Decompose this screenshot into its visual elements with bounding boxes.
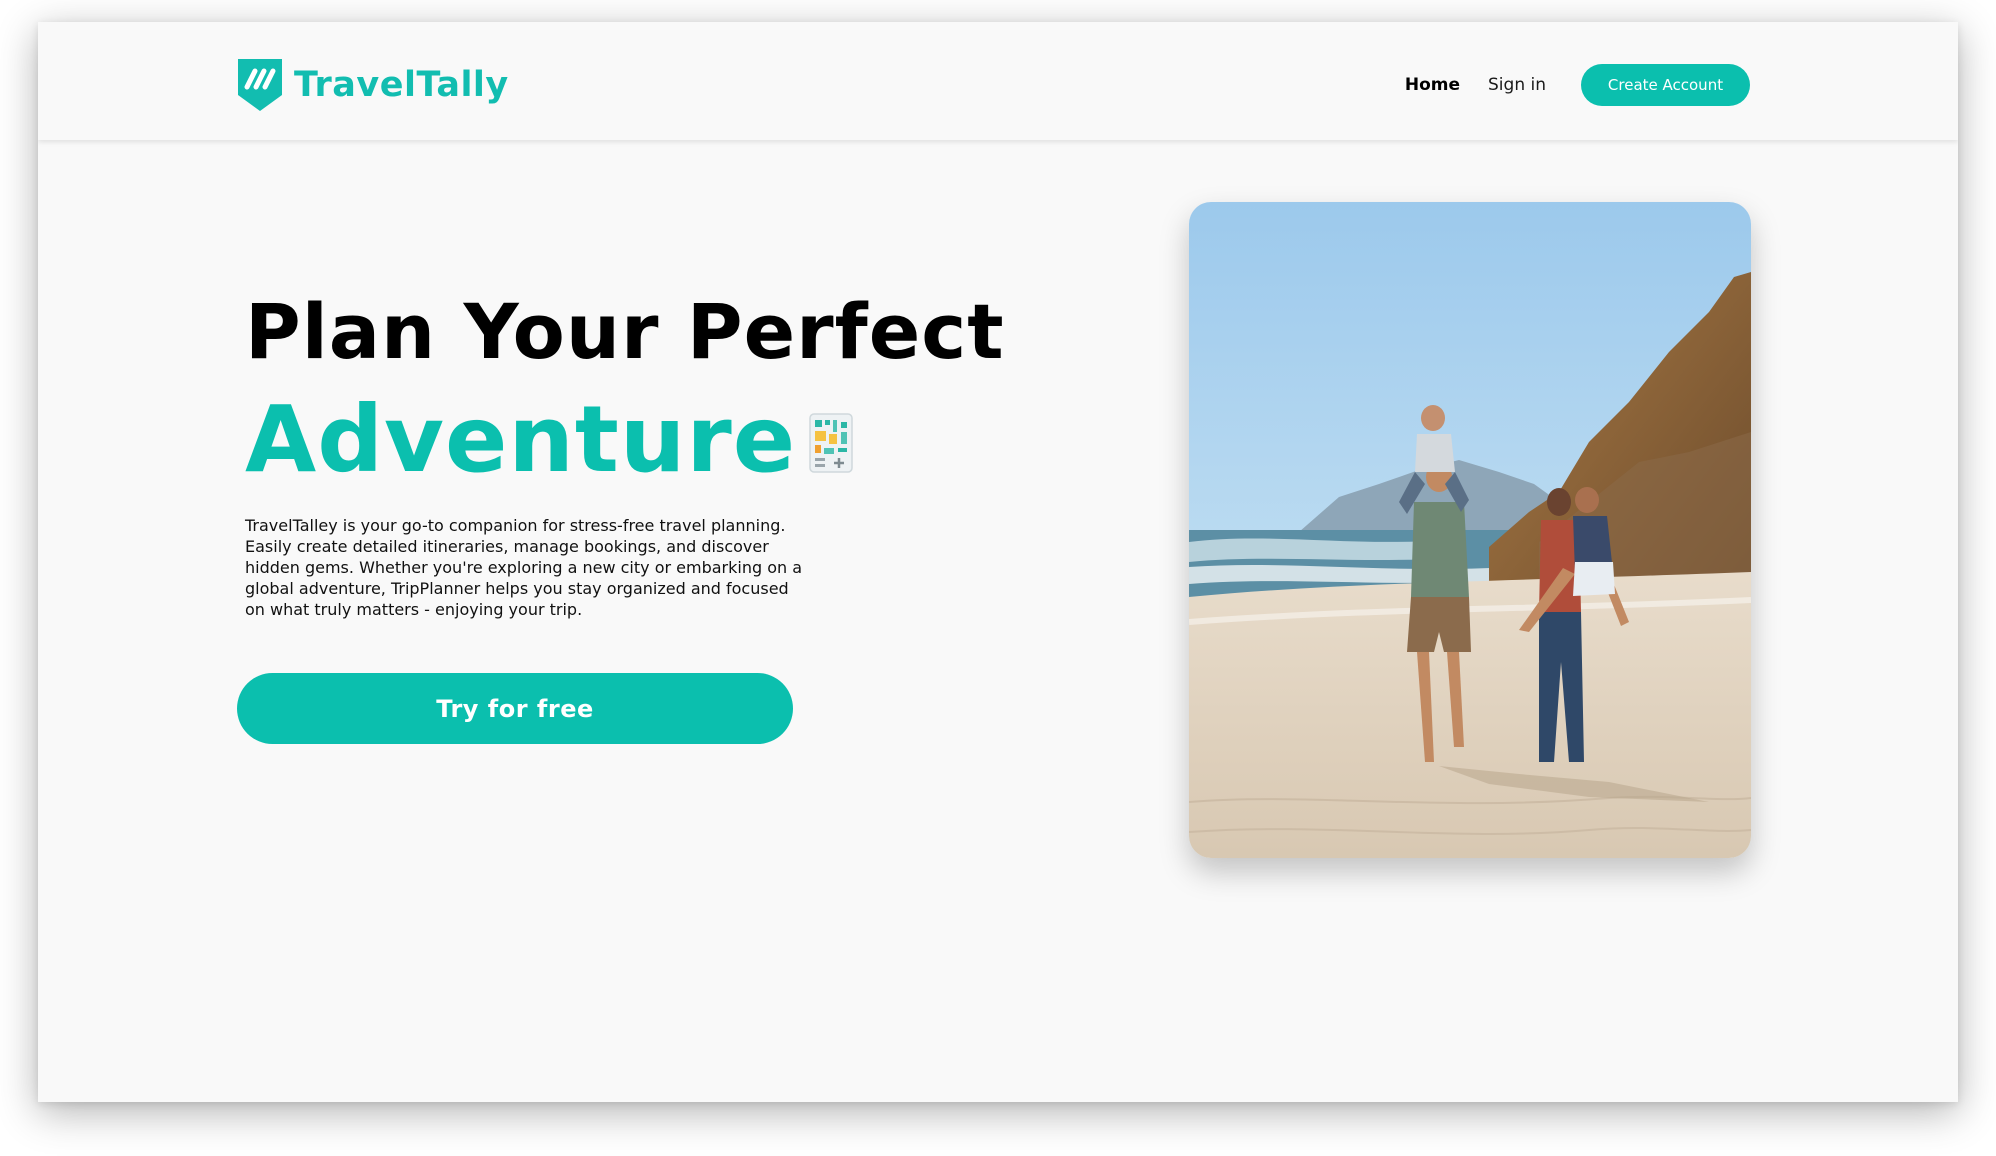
brand-name: TravelTally [294,65,509,105]
browser-viewport: TravelTally Home Sign in Create Account … [38,22,1958,1102]
hero-title-line2: Adventure [245,394,1005,486]
create-account-button[interactable]: Create Account [1581,64,1750,106]
main-nav: Home Sign in Create Account [1405,64,1750,106]
hero-description: TravelTalley is your go-to companion for… [245,516,803,619]
nav-sign-in-link[interactable]: Sign in [1488,75,1546,95]
hero-title: Plan Your Perfect Adventure [245,294,1005,486]
itinerary-map-icon [809,413,853,473]
nav-home-link[interactable]: Home [1405,75,1460,95]
hero-photo [1189,202,1751,858]
shield-logo-icon [238,59,282,111]
brand-logo-link[interactable]: TravelTally [236,57,509,113]
top-navigation-bar: TravelTally Home Sign in Create Account [38,22,1958,140]
family-beach-photo [1189,202,1751,858]
hero-title-accent: Adventure [245,386,797,493]
try-for-free-button[interactable]: Try for free [237,673,793,744]
hero-title-line1: Plan Your Perfect [245,287,1005,376]
